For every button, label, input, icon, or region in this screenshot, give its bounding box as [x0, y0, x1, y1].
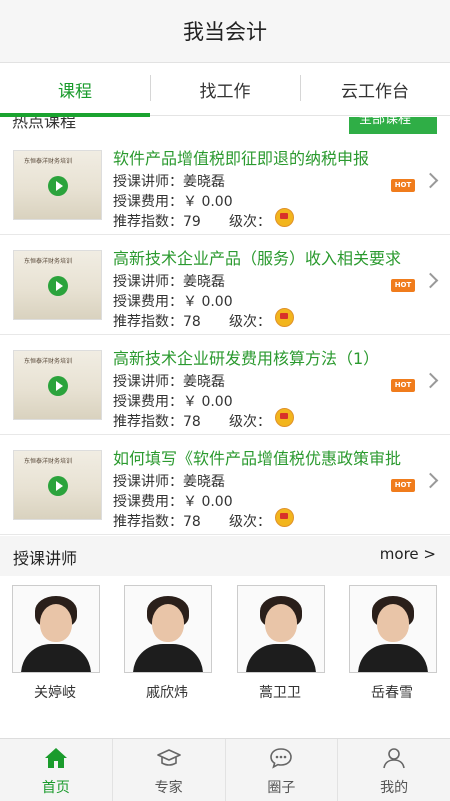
course-score: 推荐指数：78	[113, 414, 201, 430]
play-icon	[48, 276, 68, 296]
chevron-right-icon	[422, 472, 439, 489]
nav-home-label: 首页	[41, 780, 70, 796]
course-teacher: 授课讲师：姜晓磊	[113, 474, 225, 490]
avatar-face	[377, 604, 409, 642]
course-level-label: 级次：	[229, 514, 271, 530]
course-item[interactable]: 东恒泰洋财务培训 高新技术企业研发费用核算方法（1） 授课讲师：姜晓磊 授课费用…	[0, 335, 450, 435]
course-fee: 授课费用：￥ 0.00	[113, 494, 233, 510]
home-icon	[44, 748, 67, 768]
course-fee: 授课费用：￥ 0.00	[113, 394, 233, 410]
teacher-card[interactable]: 关婷岐	[12, 585, 100, 702]
thumbnail-brand: 东恒泰洋财务培训	[24, 458, 73, 465]
avatar-body	[21, 644, 91, 672]
more-teachers-link[interactable]: more >	[380, 545, 436, 563]
top-tabs: 课程 找工作 云工作台	[0, 63, 450, 116]
avatar-face	[265, 604, 297, 642]
course-teacher: 授课讲师：姜晓磊	[113, 374, 225, 390]
bottom-nav: 首页 专家 圈子 我的	[0, 738, 450, 801]
course-thumbnail: 东恒泰洋财务培训	[13, 150, 102, 220]
course-thumbnail: 东恒泰洋财务培训	[13, 350, 102, 420]
hot-badge: HOT	[391, 379, 415, 392]
title-bar: 我当会计	[0, 0, 450, 63]
course-score: 推荐指数：78	[113, 514, 201, 530]
chat-bubble-icon	[270, 748, 293, 769]
teacher-avatar	[12, 585, 100, 673]
course-level-label: 级次：	[229, 414, 271, 430]
teacher-avatar	[349, 585, 437, 673]
avatar-body	[133, 644, 203, 672]
course-list: 东恒泰洋财务培训 软件产品增值税即征即退的纳税申报 授课讲师：姜晓磊 授课费用：…	[0, 135, 450, 535]
course-score: 推荐指数：79	[113, 214, 201, 230]
teachers-section-title: 授课讲师	[13, 549, 78, 568]
play-icon	[48, 176, 68, 196]
course-title: 软件产品增值税即征即退的纳税申报	[113, 149, 370, 168]
hot-badge: HOT	[391, 479, 415, 492]
avatar-body	[358, 644, 428, 672]
crown-level-icon	[275, 408, 294, 427]
chevron-right-icon	[422, 372, 439, 389]
teacher-card[interactable]: 戚欣炜	[124, 585, 212, 702]
chevron-right-icon	[422, 172, 439, 189]
teacher-avatar	[237, 585, 325, 673]
teacher-card[interactable]: 蒿卫卫	[237, 585, 325, 702]
play-icon	[48, 376, 68, 396]
teacher-name: 关婷岐	[34, 685, 76, 701]
course-item[interactable]: 东恒泰洋财务培训 高新技术企业产品（服务）收入相关要求 授课讲师：姜晓磊 授课费…	[0, 235, 450, 335]
course-level-label: 级次：	[229, 314, 271, 330]
course-fee: 授课费用：￥ 0.00	[113, 194, 233, 210]
course-thumbnail: 东恒泰洋财务培训	[13, 450, 102, 520]
crown-level-icon	[275, 208, 294, 227]
teachers-row: 关婷岐 戚欣炜 蒿卫卫 岳春雪	[0, 585, 450, 705]
avatar-body	[246, 644, 316, 672]
course-item[interactable]: 东恒泰洋财务培训 如何填写《软件产品增值税优惠政策审批 授课讲师：姜晓磊 授课费…	[0, 435, 450, 535]
all-courses-label: 全部课程	[359, 117, 412, 127]
graduation-cap-icon	[156, 749, 181, 766]
nav-circle-label: 圈子	[267, 780, 296, 796]
teacher-name: 蒿卫卫	[259, 685, 301, 701]
course-level-label: 级次：	[229, 214, 271, 230]
hot-courses-title: 热点课程	[12, 117, 77, 131]
hot-courses-header: 热点课程 全部课程	[0, 117, 450, 135]
teacher-card[interactable]: 岳春雪	[349, 585, 437, 702]
avatar-face	[152, 604, 184, 642]
nav-mine-label: 我的	[380, 780, 409, 796]
course-title: 高新技术企业产品（服务）收入相关要求	[113, 249, 402, 268]
hot-badge: HOT	[391, 279, 415, 292]
course-teacher: 授课讲师：姜晓磊	[113, 174, 225, 190]
course-item[interactable]: 东恒泰洋财务培训 软件产品增值税即征即退的纳税申报 授课讲师：姜晓磊 授课费用：…	[0, 135, 450, 235]
teacher-name: 戚欣炜	[146, 685, 188, 701]
chevron-right-icon	[422, 272, 439, 289]
nav-experts[interactable]: 专家	[111, 739, 225, 801]
tab-cloud-workbench[interactable]: 云工作台	[300, 63, 450, 115]
nav-experts-label: 专家	[154, 780, 183, 796]
all-courses-button[interactable]: 全部课程	[349, 117, 437, 134]
course-fee: 授课费用：￥ 0.00	[113, 294, 233, 310]
nav-mine[interactable]: 我的	[337, 739, 450, 801]
teachers-header: 授课讲师 more >	[0, 536, 450, 576]
course-teacher: 授课讲师：姜晓磊	[113, 274, 225, 290]
course-thumbnail: 东恒泰洋财务培训	[13, 250, 102, 320]
tab-jobs[interactable]: 找工作	[150, 63, 300, 115]
thumbnail-brand: 东恒泰洋财务培训	[24, 258, 73, 265]
user-icon	[383, 748, 405, 769]
nav-circle[interactable]: 圈子	[224, 739, 338, 801]
page-title: 我当会计	[183, 20, 267, 44]
crown-level-icon	[275, 508, 294, 527]
thumbnail-brand: 东恒泰洋财务培训	[24, 358, 73, 365]
teacher-name: 岳春雪	[371, 685, 413, 701]
crown-level-icon	[275, 308, 294, 327]
play-icon	[48, 476, 68, 496]
nav-home[interactable]: 首页	[0, 739, 112, 801]
avatar-face	[40, 604, 72, 642]
hot-badge: HOT	[391, 179, 415, 192]
course-title: 如何填写《软件产品增值税优惠政策审批	[113, 449, 402, 468]
course-score: 推荐指数：78	[113, 314, 201, 330]
teacher-avatar	[124, 585, 212, 673]
course-title: 高新技术企业研发费用核算方法（1）	[113, 349, 380, 368]
thumbnail-brand: 东恒泰洋财务培训	[24, 158, 73, 165]
tab-courses[interactable]: 课程	[0, 63, 150, 115]
